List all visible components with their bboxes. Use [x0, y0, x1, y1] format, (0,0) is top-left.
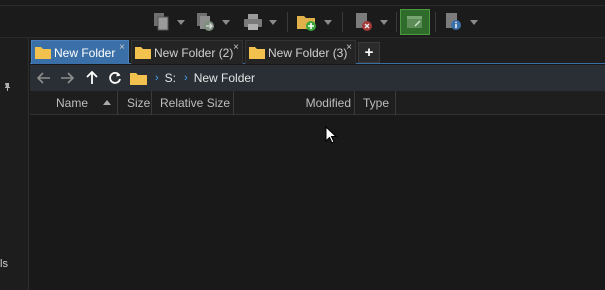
tab-label: New Folder (2) [154, 45, 234, 60]
tab-bar: New Folder × New Folder (2) × New Folder… [30, 38, 605, 64]
toolbar-separator [435, 12, 436, 32]
properties-button[interactable] [444, 10, 478, 34]
toolbar-separator [342, 12, 343, 32]
chevron-down-icon[interactable] [222, 19, 230, 25]
column-label: Type [363, 96, 390, 110]
address-bar: › S: › New Folder [30, 65, 605, 91]
sidebar-partial-label: ls [0, 258, 8, 270]
folder-icon [249, 47, 265, 59]
tab-label: New Folder [54, 45, 116, 60]
delete-button[interactable] [354, 10, 388, 34]
arrow-left-icon [37, 72, 50, 84]
breadcrumb-separator[interactable]: › [184, 72, 188, 84]
mouse-cursor-icon [325, 126, 337, 144]
column-label: Size [127, 96, 151, 110]
folder-icon [130, 72, 147, 85]
new-tab-button[interactable]: + [358, 42, 380, 63]
sort-ascending-icon [103, 100, 111, 105]
close-icon[interactable]: × [119, 43, 125, 53]
toolbar-separator [287, 12, 288, 32]
main-toolbar [0, 0, 605, 38]
column-header-row: Name Size Relative Size Modified Type [30, 91, 605, 115]
file-list[interactable] [30, 116, 605, 290]
column-header-modified[interactable]: Modified [234, 91, 355, 115]
print-icon [244, 14, 262, 30]
tab-new-folder-2[interactable]: New Folder (2) × [131, 40, 243, 64]
up-button[interactable] [82, 68, 102, 88]
new-folder-icon [297, 16, 316, 31]
breadcrumb-separator[interactable]: › [155, 72, 159, 84]
new-folder-button[interactable] [296, 10, 332, 34]
column-label: Modified [305, 96, 351, 110]
column-header-name[interactable]: Name [30, 91, 118, 115]
chevron-down-icon[interactable] [380, 19, 388, 25]
copy-button[interactable] [153, 10, 185, 34]
arrow-up-icon [86, 71, 98, 84]
column-header-relative-size[interactable]: Relative Size [152, 91, 234, 115]
back-button[interactable] [34, 68, 54, 88]
copy-icon [154, 13, 169, 31]
breadcrumb-drive[interactable]: S: [165, 71, 176, 85]
refresh-button[interactable] [105, 68, 125, 88]
tab-new-folder-3[interactable]: New Folder (3) × [245, 40, 356, 64]
column-label: Relative Size [160, 96, 231, 110]
column-header-size[interactable]: Size [118, 91, 152, 115]
left-pane-edge [0, 38, 29, 290]
arrow-right-icon [61, 72, 74, 84]
chevron-down-icon[interactable] [324, 19, 332, 25]
properties-icon [446, 13, 461, 30]
folder-icon [135, 47, 151, 59]
move-button[interactable] [196, 10, 230, 34]
chevron-down-icon[interactable] [177, 19, 185, 25]
delete-icon [356, 13, 372, 31]
chevron-down-icon[interactable] [470, 19, 478, 25]
chevron-down-icon[interactable] [269, 19, 277, 25]
toolbar-divider [0, 5, 605, 6]
close-icon[interactable]: × [233, 43, 239, 53]
open-terminal-icon [407, 16, 422, 28]
column-header-type[interactable]: Type [355, 91, 396, 115]
forward-button[interactable] [57, 68, 77, 88]
tab-label: New Folder (3) [268, 45, 348, 60]
breadcrumb: › S: › New Folder [130, 65, 255, 91]
tab-new-folder[interactable]: New Folder × [31, 40, 129, 64]
open-terminal-button[interactable] [400, 9, 430, 35]
pin-icon[interactable] [2, 82, 12, 92]
column-label: Name [56, 96, 89, 110]
toolbar-separator [396, 12, 397, 32]
folder-icon [35, 47, 51, 59]
breadcrumb-current-folder[interactable]: New Folder [194, 71, 255, 85]
move-icon [197, 13, 214, 31]
close-icon[interactable]: × [346, 43, 352, 53]
refresh-icon [109, 72, 121, 84]
print-button[interactable] [243, 10, 277, 34]
